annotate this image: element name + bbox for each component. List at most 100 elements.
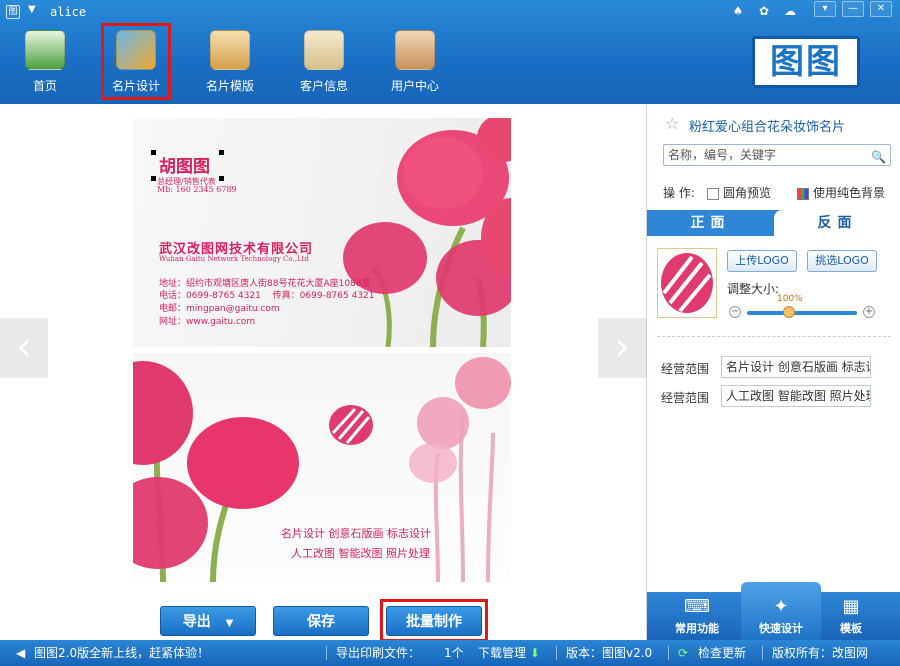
divider bbox=[556, 646, 557, 660]
card-website[interactable]: 网址：www.gaitu.com bbox=[159, 314, 255, 327]
tab-front[interactable]: 正面 bbox=[647, 210, 774, 236]
user-center-icon bbox=[395, 30, 435, 70]
nav-customer-info[interactable]: 客户信息 bbox=[291, 26, 357, 98]
export-button[interactable]: 导出 ▼ bbox=[160, 606, 256, 636]
nav-card-template[interactable]: 名片模版 bbox=[197, 26, 263, 98]
divider bbox=[762, 646, 763, 660]
save-button[interactable]: 保存 bbox=[273, 606, 369, 636]
prev-arrow-icon[interactable]: ‹ bbox=[0, 318, 48, 378]
search-input[interactable]: 名称，编号，关键字 🔍 bbox=[663, 144, 891, 166]
size-slider[interactable] bbox=[747, 311, 857, 315]
nav-label: 名片模版 bbox=[205, 79, 254, 93]
rounded-preview-checkbox[interactable]: 圆角预览 bbox=[707, 184, 771, 201]
upload-logo-button[interactable]: 上传LOGO bbox=[727, 250, 797, 272]
card-logo-icon[interactable] bbox=[327, 403, 375, 447]
nav-card-design[interactable]: 名片设计 bbox=[101, 23, 171, 100]
biz-label-1: 经营范围 bbox=[661, 362, 710, 376]
download-label: 下载管理 bbox=[478, 646, 527, 660]
card-back-line1[interactable]: 名片设计 创意石版画 标志设计 bbox=[281, 525, 431, 541]
card-back-line2[interactable]: 人工改图 智能改图 照片处理 bbox=[291, 545, 430, 561]
menu-arrow-icon[interactable]: ▼ bbox=[28, 4, 36, 15]
checkbox-icon[interactable] bbox=[707, 187, 719, 200]
selection-handle[interactable] bbox=[151, 176, 156, 181]
solid-bg-checkbox[interactable]: 使用纯色背景 bbox=[797, 184, 885, 201]
speaker-icon: ◀ bbox=[16, 646, 26, 660]
template-icon bbox=[210, 30, 250, 70]
home-icon bbox=[25, 30, 65, 70]
card-template-title: 粉红爱心组合花朵妆饰名片 bbox=[689, 120, 846, 135]
plus-icon[interactable]: + bbox=[863, 306, 875, 318]
logo-preview[interactable] bbox=[657, 248, 717, 318]
nav-label: 首页 bbox=[32, 79, 57, 93]
minimize-icon[interactable]: — bbox=[842, 1, 864, 17]
canvas-area: ‹ › 胡图图 总经理/销售代表 Mb: 160 2345 6789 武汉改图网… bbox=[0, 104, 646, 642]
news-text[interactable]: 图图2.0版全新上线，赶紧体验！ bbox=[34, 640, 209, 666]
nav-label: 客户信息 bbox=[299, 79, 348, 93]
selection-handle[interactable] bbox=[219, 176, 224, 181]
common-functions-button[interactable]: ⌨ 常用功能 bbox=[657, 592, 737, 640]
pick-logo-button[interactable]: 挑选LOGO bbox=[807, 250, 877, 272]
logo-preview-icon bbox=[661, 253, 713, 313]
solid-bg-label: 使用纯色背景 bbox=[813, 186, 886, 200]
status-bar: ◀ 图图2.0版全新上线，赶紧体验！ 导出印刷文件： 1个 下载管理 ⬇ 版本：… bbox=[0, 640, 900, 666]
search-icon[interactable]: 🔍 bbox=[871, 147, 886, 167]
check-update[interactable]: 检查更新 bbox=[698, 640, 746, 666]
biz-label-2: 经营范围 bbox=[661, 391, 710, 405]
export-label: 导出 bbox=[182, 614, 211, 630]
card-email[interactable]: 电邮：mingpan@gaitu.com bbox=[159, 301, 280, 314]
minus-icon[interactable]: − bbox=[729, 306, 741, 318]
biz-field-2[interactable]: 人工改图 智能改图 照片处理 bbox=[721, 385, 871, 407]
rounded-preview-label: 圆角预览 bbox=[723, 186, 772, 200]
user-name: alice bbox=[50, 5, 87, 19]
close-icon[interactable]: ✕ bbox=[870, 1, 892, 17]
nav-user-center[interactable]: 用户中心 bbox=[382, 26, 448, 98]
size-percent: 100% bbox=[777, 294, 803, 304]
template-button[interactable]: ▦ 模板 bbox=[811, 592, 891, 640]
card-mobile[interactable]: Mb: 160 2345 6789 bbox=[157, 185, 237, 194]
tools-icon: ✦ bbox=[773, 596, 789, 617]
biz-field-1[interactable]: 名片设计 创意石版画 标志设计 bbox=[721, 356, 871, 378]
brand-logo: 图图 bbox=[752, 36, 860, 88]
chevron-down-icon: ▼ bbox=[225, 618, 234, 629]
search-placeholder: 名称，编号，关键字 bbox=[668, 148, 777, 162]
nav-home[interactable]: 首页 bbox=[12, 26, 78, 98]
right-panel: ☆ 粉红爱心组合花朵妆饰名片 名称，编号，关键字 🔍 操 作: 圆角预览 使用纯… bbox=[646, 104, 900, 640]
design-icon bbox=[116, 30, 156, 70]
pb-label: 模板 bbox=[840, 622, 862, 635]
slider-handle[interactable] bbox=[783, 306, 795, 318]
nav-label: 用户中心 bbox=[390, 79, 439, 93]
highlight-box bbox=[380, 599, 488, 642]
side-tabs: 正面 反面 bbox=[647, 210, 900, 236]
card-company-en[interactable]: Wuhan Gaitu Network Technology Co.,Ltd bbox=[159, 255, 309, 263]
card-front[interactable]: 胡图图 总经理/销售代表 Mb: 160 2345 6789 武汉改图网技术有限… bbox=[133, 118, 511, 347]
grid-icon: ▦ bbox=[842, 596, 860, 617]
pb-label: 快速设计 bbox=[759, 622, 803, 635]
card-phone[interactable]: 电话：0699-8765 4321 传真：0699-8765 4321 bbox=[159, 288, 375, 301]
keyboard-icon: ⌨ bbox=[684, 596, 710, 617]
selection-handle[interactable] bbox=[219, 150, 224, 155]
next-arrow-icon[interactable]: › bbox=[598, 318, 646, 378]
refresh-icon[interactable]: ⟳ bbox=[678, 640, 688, 666]
copyright-text: 版权所有：改图网 bbox=[772, 646, 869, 660]
divider bbox=[326, 646, 327, 660]
bell-icon[interactable]: ♠ bbox=[730, 3, 746, 19]
op-label: 操 作: bbox=[663, 186, 695, 200]
chat-icon[interactable]: ☁ bbox=[782, 3, 798, 19]
card-name[interactable]: 胡图图 bbox=[159, 152, 210, 177]
quick-design-button[interactable]: ✦ 快速设计 bbox=[741, 582, 821, 640]
download-arrow-icon: ⬇ bbox=[529, 646, 540, 660]
divider bbox=[657, 336, 891, 337]
card-back[interactable]: 名片设计 创意石版画 标志设计 人工改图 智能改图 照片处理 bbox=[133, 353, 511, 582]
customer-icon bbox=[304, 30, 344, 70]
star-icon[interactable]: ☆ bbox=[665, 114, 679, 133]
palette-icon[interactable] bbox=[797, 187, 809, 200]
title-bar: 图 ▼ alice ♠ ✿ ☁ ▾ — ✕ 首页 名片设计 名片模版 客户信息 … bbox=[0, 0, 900, 104]
download-manager[interactable]: 下载管理 ⬇ bbox=[478, 640, 540, 666]
selection-handle[interactable] bbox=[151, 150, 156, 155]
tab-back[interactable]: 反面 bbox=[774, 210, 900, 236]
dropdown-icon[interactable]: ▾ bbox=[814, 1, 836, 17]
panel-bottom-bar: ⌨ 常用功能 ✦ 快速设计 ▦ 模板 bbox=[647, 582, 900, 640]
export-files-count[interactable]: 1个 bbox=[444, 640, 464, 666]
gear-icon[interactable]: ✿ bbox=[756, 3, 772, 19]
app-logo-icon[interactable]: 图 bbox=[6, 5, 20, 19]
